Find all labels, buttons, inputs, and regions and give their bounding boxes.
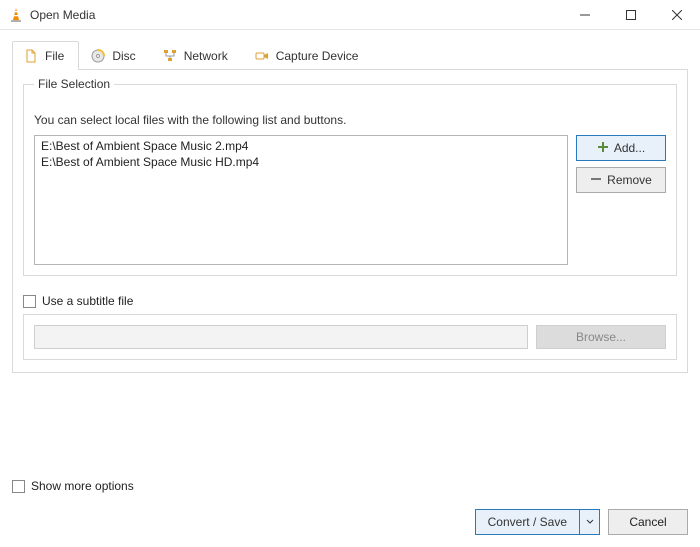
- add-button[interactable]: Add...: [576, 135, 666, 161]
- disc-icon: [90, 48, 106, 64]
- file-selection-hint: You can select local files with the foll…: [34, 113, 666, 127]
- minus-icon: [590, 173, 602, 188]
- browse-button: Browse...: [536, 325, 666, 349]
- maximize-button[interactable]: [608, 0, 654, 30]
- titlebar: Open Media: [0, 0, 700, 30]
- subtitle-label: Use a subtitle file: [42, 294, 133, 308]
- plus-icon: [597, 141, 609, 156]
- add-button-label: Add...: [614, 141, 645, 155]
- cancel-button-label: Cancel: [629, 515, 666, 529]
- subtitle-checkbox[interactable]: [23, 295, 36, 308]
- convert-save-label[interactable]: Convert / Save: [476, 510, 579, 534]
- tab-disc-label: Disc: [112, 49, 135, 63]
- tabs: File Disc Network Capture Device: [12, 40, 688, 70]
- browse-button-label: Browse...: [576, 330, 626, 344]
- cancel-button[interactable]: Cancel: [608, 509, 688, 535]
- convert-save-button[interactable]: Convert / Save: [475, 509, 600, 535]
- vlc-cone-icon: [8, 7, 24, 23]
- subtitle-path-input: [34, 325, 528, 349]
- convert-save-dropdown[interactable]: [579, 510, 599, 534]
- file-icon: [23, 48, 39, 64]
- file-selection-legend: File Selection: [34, 77, 114, 91]
- tab-disc[interactable]: Disc: [79, 41, 150, 70]
- network-icon: [162, 48, 178, 64]
- file-tab-panel: File Selection You can select local file…: [12, 70, 688, 373]
- show-more-checkbox[interactable]: [12, 480, 25, 493]
- list-item[interactable]: E:\Best of Ambient Space Music 2.mp4: [39, 138, 563, 154]
- remove-button-label: Remove: [607, 173, 652, 187]
- chevron-down-icon: [586, 515, 594, 529]
- capture-icon: [254, 48, 270, 64]
- tab-capture-label: Capture Device: [276, 49, 359, 63]
- list-item[interactable]: E:\Best of Ambient Space Music HD.mp4: [39, 154, 563, 170]
- tab-network[interactable]: Network: [151, 41, 243, 70]
- tab-network-label: Network: [184, 49, 228, 63]
- tab-capture[interactable]: Capture Device: [243, 41, 374, 70]
- close-button[interactable]: [654, 0, 700, 30]
- tab-file[interactable]: File: [12, 41, 79, 70]
- tab-file-label: File: [45, 49, 64, 63]
- window-title: Open Media: [30, 8, 95, 22]
- file-selection-fieldset: File Selection You can select local file…: [23, 84, 677, 276]
- subtitle-checkbox-row[interactable]: Use a subtitle file: [23, 294, 677, 308]
- footer: Convert / Save Cancel: [475, 509, 688, 535]
- remove-button[interactable]: Remove: [576, 167, 666, 193]
- subtitle-field: Browse...: [23, 314, 677, 360]
- show-more-label: Show more options: [31, 479, 134, 493]
- file-list[interactable]: E:\Best of Ambient Space Music 2.mp4 E:\…: [34, 135, 568, 265]
- minimize-button[interactable]: [562, 0, 608, 30]
- show-more-row[interactable]: Show more options: [12, 479, 134, 493]
